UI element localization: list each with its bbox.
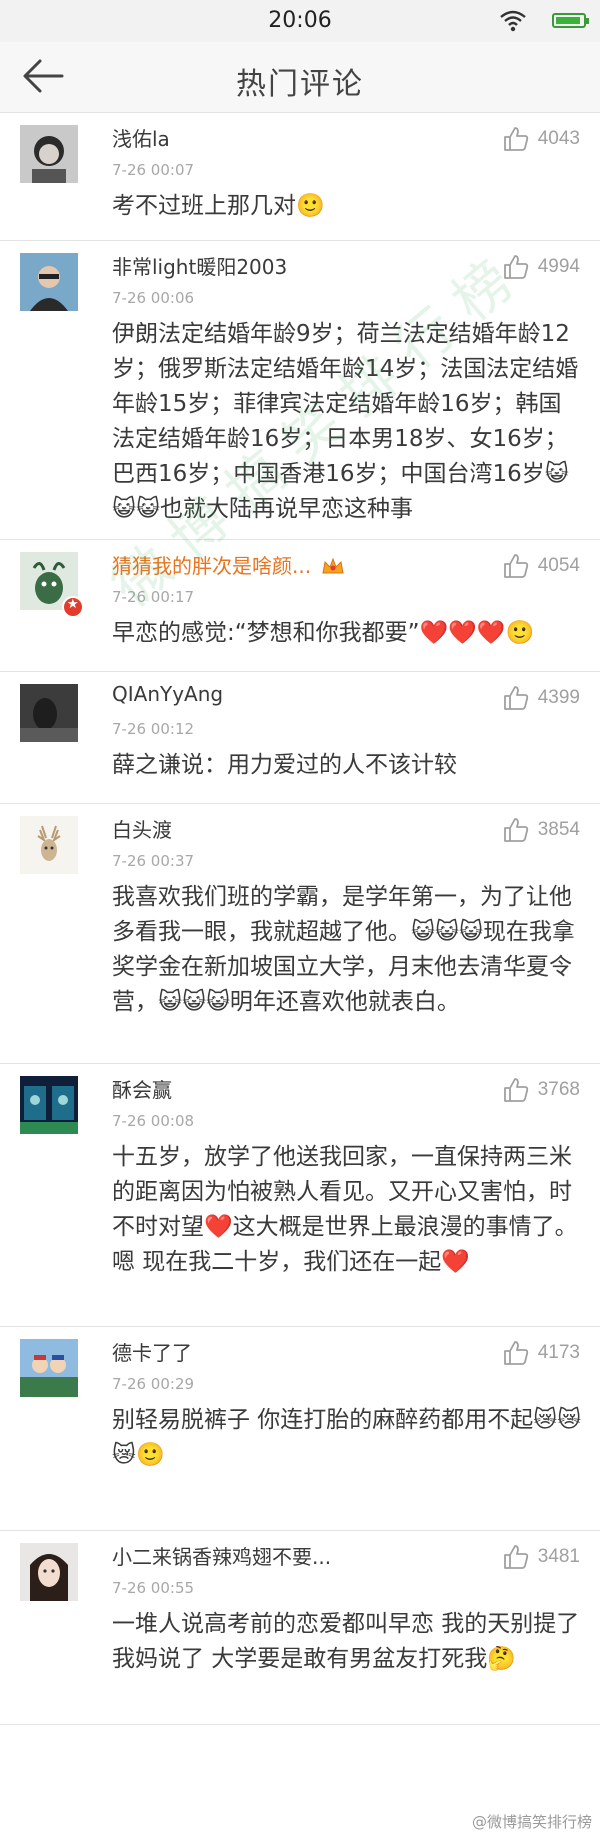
avatar[interactable] (20, 253, 78, 311)
avatar[interactable] (20, 125, 78, 183)
comment-text: 别轻易脱裤子 你连打胎的麻醉药都用不起😿😿😿🙂 (112, 1407, 582, 1468)
like-count: 4994 (537, 256, 580, 277)
comment-time: 7-26 00:06 (112, 289, 195, 307)
like-count: 3768 (537, 1079, 580, 1100)
comment-text: 早恋的感觉:“梦想和你我都要”❤️❤️❤️🙂 (112, 620, 535, 646)
comment-item: 德卡了了 7-26 00:29 4173 别轻易脱裤子 你连打胎的麻醉药都用不起… (0, 1327, 600, 1531)
comment-item: 浅佑la 7-26 00:07 4043 考不过班上那几对🙂 (0, 113, 600, 241)
like-button[interactable]: 4054 (502, 552, 580, 580)
commenter-name[interactable]: 小二来锅香辣鸡翅不要... (112, 1541, 331, 1570)
comment-text: 伊朗法定结婚年龄9岁；荷兰法定结婚年龄12岁；俄罗斯法定结婚年龄14岁；法国法定… (112, 321, 579, 522)
wifi-icon (500, 10, 526, 32)
avatar[interactable] (20, 1076, 78, 1134)
commenter-name[interactable]: 浅佑la (112, 123, 170, 152)
thumbs-up-icon (503, 1341, 528, 1365)
thumbs-up-icon (503, 1545, 528, 1569)
like-count: 4399 (537, 687, 580, 708)
commenter-name[interactable]: 白头渡 (112, 814, 172, 843)
corner-watermark: @微博搞笑排行榜 (471, 1813, 592, 1831)
avatar[interactable] (20, 684, 78, 742)
comment-text: 一堆人说高考前的恋爱都叫早恋 我的天别提了 我妈说了 大学要是敢有男盆友打死我🤔 (112, 1611, 580, 1672)
comment-text: 我喜欢我们班的学霸，是学年第一，为了让他多看我一眼，我就超越了他。😺😺😺现在我拿… (112, 884, 575, 1015)
comment-text: 十五岁，放学了他送我回家，一直保持两三米的距离因为怕被熟人看见。又开心又害怕，时… (112, 1144, 578, 1275)
comment-time: 7-26 00:07 (112, 161, 195, 179)
comment-time: 7-26 00:17 (112, 588, 195, 606)
like-button[interactable]: 4043 (502, 125, 580, 153)
like-button[interactable]: 3481 (502, 1543, 580, 1571)
like-count: 3854 (537, 819, 580, 840)
battery-icon (552, 13, 589, 28)
thumbs-up-icon (503, 818, 528, 842)
comment-time: 7-26 00:29 (112, 1375, 195, 1393)
thumbs-up-icon (503, 255, 528, 279)
like-button[interactable]: 4994 (502, 253, 580, 281)
like-count: 3481 (537, 1546, 580, 1567)
comment-text: 考不过班上那几对🙂 (112, 193, 325, 219)
commenter-name[interactable]: 猜猜我的胖次是啥颜... (112, 550, 345, 579)
comment-item: 酥会赢 7-26 00:08 3768 十五岁，放学了他送我回家，一直保持两三米… (0, 1064, 600, 1327)
like-count: 4043 (537, 128, 580, 149)
comment-time: 7-26 00:55 (112, 1579, 195, 1597)
commenter-name[interactable]: 非常light暖阳2003 (112, 251, 287, 280)
top-nav-bar: 热门评论 (0, 42, 600, 113)
avatar[interactable] (20, 816, 78, 874)
comment-time: 7-26 00:12 (112, 720, 195, 738)
like-count: 4054 (537, 555, 580, 576)
comment-item: 小二来锅香辣鸡翅不要... 7-26 00:55 3481 一堆人说高考前的恋爱… (0, 1531, 600, 1725)
thumbs-up-icon (503, 554, 528, 578)
comment-time: 7-26 00:37 (112, 852, 195, 870)
page-title: 热门评论 (236, 67, 364, 102)
avatar[interactable] (20, 1339, 78, 1397)
thumbs-up-icon (503, 1078, 528, 1102)
like-button[interactable]: 4173 (502, 1339, 580, 1367)
thumbs-up-icon (503, 686, 528, 710)
like-count: 4173 (537, 1342, 580, 1363)
like-button[interactable]: 3854 (502, 816, 580, 844)
like-button[interactable]: 4399 (502, 684, 580, 712)
comment-item: 猜猜我的胖次是啥颜... 7-26 00:17 4054 早恋的感觉:“梦想和你… (0, 540, 600, 672)
like-button[interactable]: 3768 (502, 1076, 580, 1104)
comment-text: 薛之谦说：用力爱过的人不该计较 (112, 752, 457, 778)
comment-item: QIAnYyAng 7-26 00:12 4399 薛之谦说：用力爱过的人不该计… (0, 672, 600, 804)
commenter-name-text: 猜猜我的胖次是啥颜... (112, 554, 312, 578)
verified-badge-icon (62, 596, 84, 618)
commenter-name[interactable]: QIAnYyAng (112, 682, 223, 706)
comment-item: 非常light暖阳2003 7-26 00:06 4994 伊朗法定结婚年龄9岁… (0, 241, 600, 540)
commenter-name[interactable]: 德卡了了 (112, 1337, 192, 1366)
avatar[interactable] (20, 1543, 78, 1601)
thumbs-up-icon (503, 127, 528, 151)
comment-list: 浅佑la 7-26 00:07 4043 考不过班上那几对🙂 非常light暖阳… (0, 113, 600, 1725)
comment-item: 白头渡 7-26 00:37 3854 我喜欢我们班的学霸，是学年第一，为了让他… (0, 804, 600, 1064)
commenter-name[interactable]: 酥会赢 (112, 1074, 172, 1103)
status-bar: 20:06 (0, 0, 600, 42)
comment-time: 7-26 00:08 (112, 1112, 195, 1130)
vip-crown-icon (322, 557, 344, 574)
